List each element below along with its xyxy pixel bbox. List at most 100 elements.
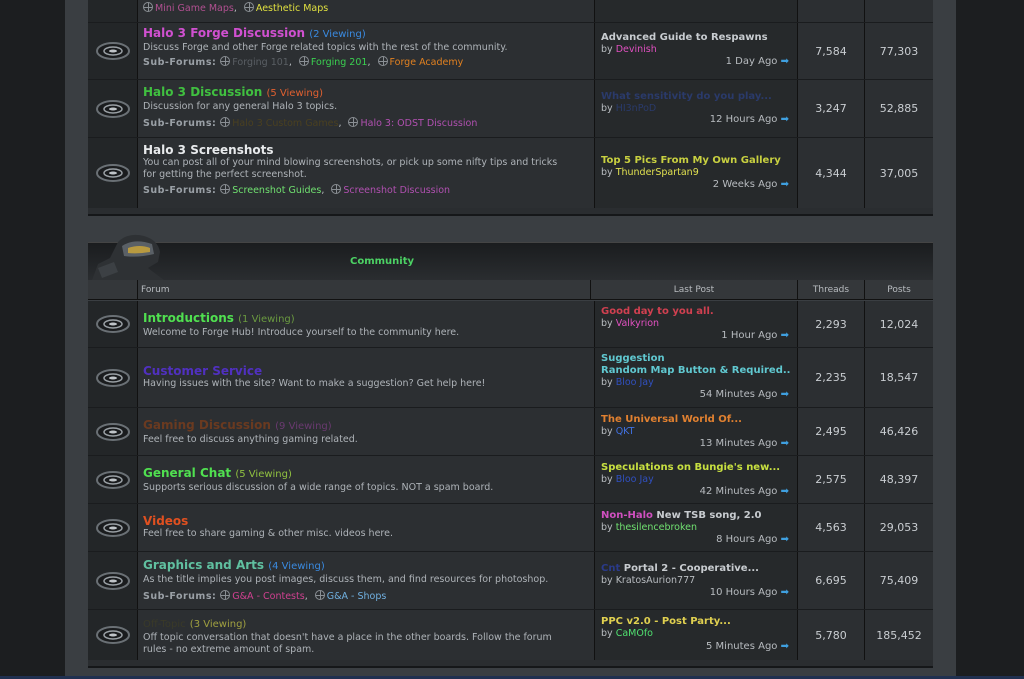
subforum-link[interactable]: Forging 101: [232, 57, 289, 68]
table-row: Halo 3 Forge Discussion (2 Viewing) Disc…: [88, 23, 933, 79]
page-right-margin: [956, 0, 1024, 679]
subforums-label: Sub-Forums:: [143, 185, 217, 196]
forum-title-link[interactable]: Graphics and Arts: [143, 558, 264, 572]
last-post-author[interactable]: Valkyrion: [616, 318, 659, 329]
last-post-link[interactable]: Cnt: [601, 563, 620, 574]
last-post-link[interactable]: Advanced Guide to Respawns: [601, 32, 768, 43]
last-post-author[interactable]: ThunderSpartan9: [616, 167, 699, 178]
halo-ring-icon: [95, 368, 130, 387]
threads-cell: 3,247: [798, 80, 865, 137]
forum-description: As the title implies you post images, di…: [143, 574, 549, 585]
last-post-link[interactable]: Good day to you all.: [601, 306, 714, 317]
forum-title-link[interactable]: Off-Topic: [143, 619, 186, 630]
halo-ring-icon: [95, 518, 130, 537]
last-post-cell: Non-Halo New TSB song, 2.0 by thesilence…: [595, 504, 798, 551]
subforum-link[interactable]: Mini Game Maps: [155, 3, 234, 14]
arrow-right-icon[interactable]: ➡: [781, 587, 789, 598]
last-post-link[interactable]: Speculations on Bungie's new...: [601, 462, 780, 473]
forum-info-cell: Customer Service Having issues with the …: [138, 348, 595, 407]
crosshair-icon: [220, 117, 231, 127]
last-post-cell: [595, 0, 798, 22]
last-post-link[interactable]: Top 5 Pics From My Own Gallery: [601, 155, 781, 166]
arrow-right-icon[interactable]: ➡: [781, 389, 789, 400]
forum-title-link[interactable]: General Chat: [143, 466, 231, 480]
table-row: Off-Topic (3 Viewing) Off topic conversa…: [88, 610, 933, 660]
last-post-link[interactable]: Non-Halo: [601, 510, 653, 521]
by-label: by: [601, 377, 613, 388]
table-row: Graphics and Arts (4 Viewing) As the tit…: [88, 552, 933, 609]
threads-cell: [798, 0, 865, 22]
forum-description: Discuss Forge and other Forge related to…: [143, 42, 508, 53]
arrow-right-icon[interactable]: ➡: [781, 56, 789, 67]
arrow-right-icon[interactable]: ➡: [781, 114, 789, 125]
last-post-link[interactable]: New TSB song, 2.0: [656, 510, 761, 521]
last-post-author[interactable]: thesilencebroken: [616, 522, 697, 533]
forum-icon-cell: [88, 408, 138, 455]
viewing-count: (9 Viewing): [275, 421, 332, 432]
subforum-link[interactable]: Screenshot Guides: [232, 185, 321, 196]
last-post-author[interactable]: Bloo Jay: [616, 377, 654, 388]
arrow-right-icon[interactable]: ➡: [781, 330, 789, 341]
last-post-author[interactable]: Devinish: [616, 44, 657, 55]
subforum-link[interactable]: Screenshot Discussion: [343, 185, 450, 196]
table-row: Introductions (1 Viewing) Welcome to For…: [88, 301, 933, 347]
arrow-right-icon[interactable]: ➡: [781, 641, 789, 652]
last-post-time: 8 Hours Ago: [716, 534, 778, 545]
subforum-link[interactable]: Aesthetic Maps: [256, 3, 328, 14]
table-row: Halo 3 Discussion (5 Viewing) Discussion…: [88, 80, 933, 137]
last-post-author[interactable]: QKT: [616, 426, 635, 437]
last-post-time: 1 Day Ago: [725, 56, 778, 67]
forum-description: Feel free to share gaming & other misc. …: [143, 528, 393, 539]
last-post-link[interactable]: PPC v2.0 - Post Party...: [601, 616, 731, 627]
forum-title-link[interactable]: Videos: [143, 514, 188, 528]
forum-info-cell: Introductions (1 Viewing) Welcome to For…: [138, 301, 595, 347]
forum-description: Off topic conversation that doesn't have…: [143, 632, 552, 655]
viewing-count: (2 Viewing): [309, 29, 366, 40]
last-post-link[interactable]: Random Map Button & Required...: [601, 365, 791, 376]
last-post-link[interactable]: What sensitivity do you play...: [601, 91, 772, 102]
forum-title-link[interactable]: Customer Service: [143, 364, 262, 378]
forum-icon-cell: [88, 0, 138, 22]
arrow-right-icon[interactable]: ➡: [781, 486, 789, 497]
last-post-author[interactable]: CaMOfo: [616, 628, 653, 639]
subforum-link[interactable]: Halo 3: ODST Discussion: [360, 118, 477, 129]
forum-title-link[interactable]: Halo 3 Discussion: [143, 85, 262, 99]
subforum-link[interactable]: G&A - Contests: [232, 591, 304, 602]
last-post-link[interactable]: Suggestion: [601, 353, 665, 364]
page-left-margin: [0, 0, 65, 679]
arrow-right-icon[interactable]: ➡: [781, 438, 789, 449]
last-post-author[interactable]: Bloo Jay: [616, 474, 654, 485]
halo-ring-icon: [95, 470, 130, 489]
arrow-right-icon[interactable]: ➡: [781, 179, 789, 190]
last-post-author[interactable]: HI3nPoD: [616, 103, 657, 114]
last-post-author[interactable]: KratosAurion777: [616, 575, 695, 586]
crosshair-icon: [331, 184, 342, 194]
crosshair-icon: [377, 56, 388, 66]
halo-ring-icon: [95, 626, 130, 644]
last-post-link[interactable]: The Universal World Of...: [601, 414, 742, 425]
forum-description: Feel free to discuss anything gaming rel…: [143, 434, 358, 445]
subforum-list: Sub-Forums: Forging 101, Forging 201, For…: [143, 56, 464, 68]
subforum-link[interactable]: Forge Academy: [390, 57, 464, 68]
forum-info-cell: Halo 3 Forge Discussion (2 Viewing) Disc…: [138, 23, 595, 79]
forum-title-link[interactable]: Halo 3 Screenshots: [143, 143, 274, 157]
last-post-link[interactable]: Portal 2 - Cooperative...: [624, 563, 759, 574]
last-post-cell: Cnt Portal 2 - Cooperative... by KratosA…: [595, 552, 798, 609]
subforum-link[interactable]: Forging 201: [311, 57, 368, 68]
crosshair-icon: [143, 2, 153, 12]
subforums-label: Sub-Forums:: [143, 57, 217, 68]
posts-cell: 18,547: [865, 348, 933, 407]
forum-title-link[interactable]: Introductions: [143, 311, 234, 325]
posts-cell: 29,053: [865, 504, 933, 551]
category-title[interactable]: Community: [350, 256, 414, 267]
forum-icon-cell: [88, 504, 138, 551]
subforum-link[interactable]: Halo 3 Custom Games: [232, 118, 338, 129]
threads-cell: 2,495: [798, 408, 865, 455]
last-post-time: 54 Minutes Ago: [699, 389, 778, 400]
subforum-link[interactable]: G&A - Shops: [327, 591, 387, 602]
arrow-right-icon[interactable]: ➡: [781, 534, 789, 545]
forum-title-link[interactable]: Gaming Discussion: [143, 418, 271, 432]
forum-title-link[interactable]: Halo 3 Forge Discussion: [143, 26, 305, 40]
last-post-time: 5 Minutes Ago: [706, 641, 778, 652]
forum-table-community: Introductions (1 Viewing) Welcome to For…: [88, 301, 933, 661]
